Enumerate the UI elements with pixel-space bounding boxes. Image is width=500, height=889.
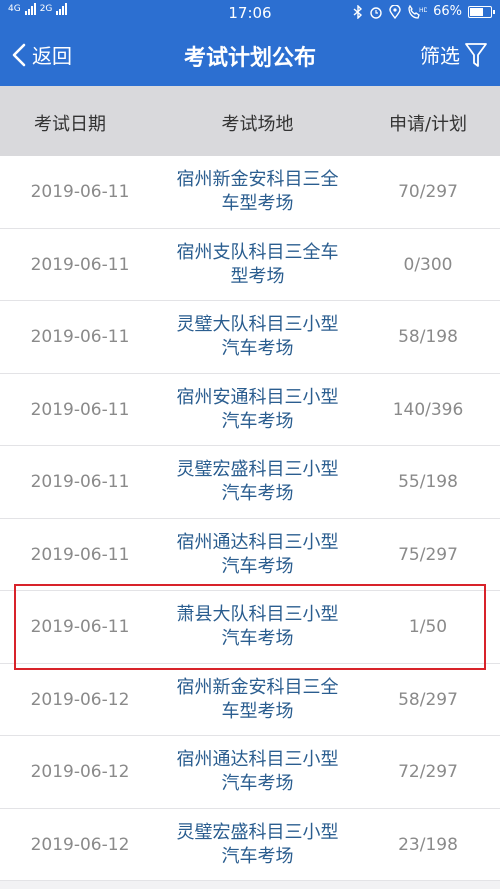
funnel-icon [465,42,487,67]
row-venue-line2: 车型考场 [221,700,294,722]
row-date: 2019-06-12 [30,762,130,782]
row-date: 2019-06-11 [30,327,130,347]
filter-label: 筛选 [420,44,460,68]
table-row[interactable]: 2019-06-12 宿州新金安科目三全 车型考场 58/297 [0,663,500,736]
table-row[interactable]: 2019-06-11 宿州安通科目三小型 汽车考场 140/396 [0,373,500,446]
row-apply-plan: 70/297 [398,182,458,202]
row-venue: 宿州安通科目三小型 汽车考场 [155,374,360,446]
row-venue: 宿州通达科目三小型 汽车考场 [155,736,360,808]
back-label: 返回 [32,44,72,68]
back-button[interactable]: 返回 [10,40,72,69]
svg-text:HD: HD [419,7,427,14]
row-venue: 灵璧宏盛科目三小型 汽车考场 [155,446,360,518]
header-apply-plan: 申请/计划 [388,114,468,135]
row-venue-line2: 汽车考场 [221,338,294,359]
filter-button[interactable]: 筛选 [420,40,488,69]
row-venue-line1: 灵璧宏盛科目三小型 [176,459,339,480]
header-exam-venue: 考试场地 [221,114,294,135]
battery-percent: 66% [433,4,462,19]
row-venue-line2: 汽车考场 [221,628,294,649]
row-date: 2019-06-11 [30,254,130,275]
exam-plan-list: 2019-06-11 宿州新金安科目三全 车型考场 70/297 2019-06-… [0,156,500,881]
row-venue-line1: 宿州安通科目三小型 [176,386,339,408]
row-apply-plan: 72/297 [398,762,458,782]
row-venue-line1: 宿州通达科目三小型 [176,749,339,770]
row-venue: 宿州新金安科目三全 车型考场 [155,156,360,228]
row-venue-line2: 汽车考场 [221,555,294,577]
bluetooth-icon [353,4,363,19]
table-row[interactable]: 2019-06-11 宿州通达科目三小型 汽车考场 75/297 [0,518,500,591]
row-venue-line2: 汽车考场 [221,845,294,867]
nav-bar: 返回 考试计划公布 筛选 [0,26,500,86]
row-venue: 萧县大队科目三小型 汽车考场 [155,591,360,663]
row-venue-line2: 型考场 [230,265,285,287]
row-date: 2019-06-11 [30,472,130,492]
table-header: 考试日期 考试场地 申请/计划 [0,86,500,156]
location-icon [389,4,401,19]
row-venue: 宿州新金安科目三全 车型考场 [155,664,360,736]
row-date: 2019-06-11 [30,182,130,202]
row-date: 2019-06-12 [30,834,130,855]
battery-icon [468,5,495,18]
row-date: 2019-06-11 [30,544,130,565]
header-exam-date: 考试日期 [34,114,106,135]
row-venue: 宿州支队科目三全车 型考场 [155,229,360,301]
row-venue-line2: 汽车考场 [221,773,294,794]
row-apply-plan: 55/198 [398,472,458,492]
row-venue: 宿州通达科目三小型 汽车考场 [155,519,360,591]
status-bar: 4G 2G 17:06 HD 66% [0,0,500,26]
table-row[interactable]: 2019-06-12 宿州通达科目三小型 汽车考场 72/297 [0,736,500,809]
hd-call-icon: HD [408,4,427,19]
table-row[interactable]: 2019-06-11 灵璧大队科目三小型 汽车考场 58/198 [0,301,500,374]
row-venue-line1: 宿州新金安科目三全 [176,676,339,698]
table-row[interactable]: 2019-06-11 宿州新金安科目三全 车型考场 70/297 [0,156,500,229]
row-venue-line2: 汽车考场 [221,483,294,504]
status-icons: HD 66% [353,4,495,19]
row-venue-line2: 汽车考场 [221,410,294,432]
row-apply-plan: 58/297 [398,689,458,710]
table-row[interactable]: 2019-06-12 灵璧宏盛科目三小型 汽车考场 23/198 [0,808,500,881]
table-row[interactable]: 2019-06-11 萧县大队科目三小型 汽车考场 1/50 [0,591,500,664]
row-venue-line1: 萧县大队科目三小型 [176,604,339,625]
row-venue: 灵璧宏盛科目三小型 汽车考场 [155,809,360,881]
row-date: 2019-06-12 [30,689,130,710]
row-date: 2019-06-11 [30,399,130,420]
row-venue: 灵璧大队科目三小型 汽车考场 [155,301,360,373]
alarm-icon [370,6,382,19]
table-row[interactable]: 2019-06-11 宿州支队科目三全车 型考场 0/300 [0,228,500,301]
row-venue-line1: 宿州新金安科目三全 [176,169,339,190]
table-row[interactable]: 2019-06-11 灵璧宏盛科目三小型 汽车考场 55/198 [0,446,500,519]
row-venue-line1: 宿州支队科目三全车 [176,241,339,263]
row-apply-plan: 58/198 [398,327,458,347]
row-apply-plan: 1/50 [408,617,448,637]
row-apply-plan: 23/198 [398,834,458,855]
chevron-left-icon [12,43,26,66]
row-venue-line1: 灵璧宏盛科目三小型 [176,821,339,843]
row-venue-line1: 灵璧大队科目三小型 [176,314,339,335]
row-venue-line2: 车型考场 [221,193,294,214]
row-apply-plan: 140/396 [392,399,464,420]
row-venue-line1: 宿州通达科目三小型 [176,531,339,553]
row-apply-plan: 0/300 [403,254,453,275]
row-date: 2019-06-11 [30,617,130,637]
row-apply-plan: 75/297 [398,544,458,565]
